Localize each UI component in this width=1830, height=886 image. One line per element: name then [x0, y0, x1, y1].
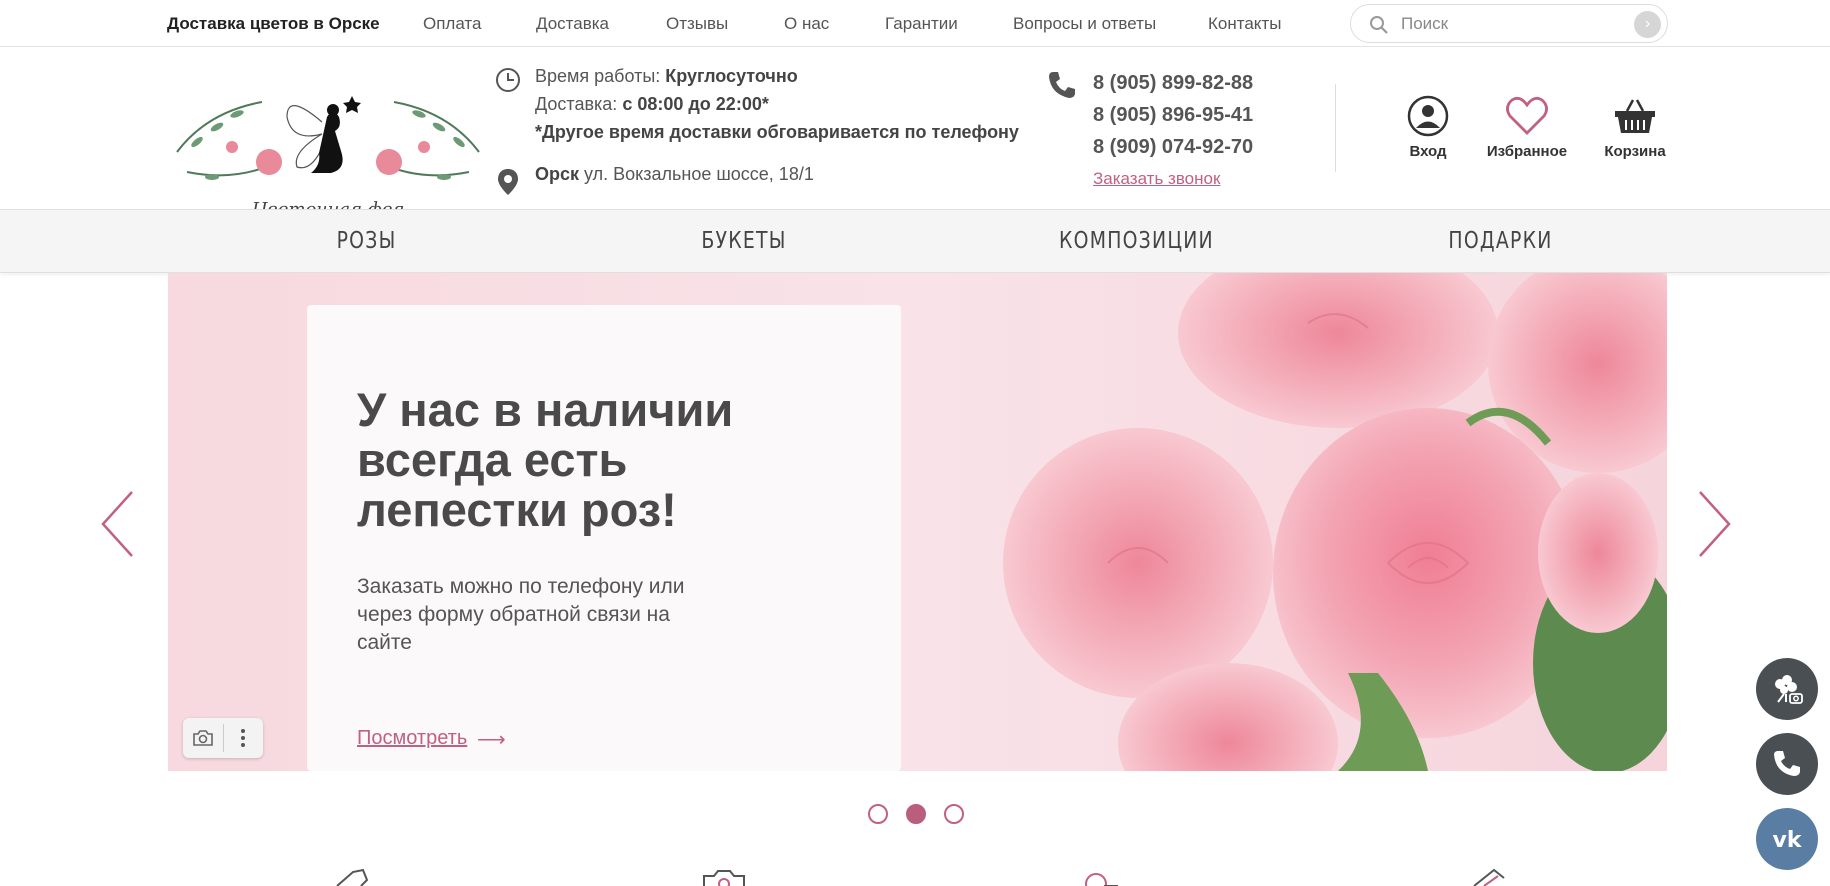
- slider-dots: [868, 804, 982, 824]
- call-button[interactable]: [1756, 733, 1818, 795]
- login-label: Вход: [1409, 143, 1447, 160]
- nav-delivery[interactable]: Доставка: [536, 14, 666, 34]
- slide-card: У нас в наличии всегда есть лепестки роз…: [307, 305, 901, 771]
- store-info: Время работы: Круглосуточно Доставка: с …: [495, 62, 1019, 195]
- category-gifts[interactable]: ПОДАРКИ: [1448, 228, 1552, 254]
- tools-divider: [223, 724, 224, 752]
- top-nav: Оплата Доставка Отзывы О нас Гарантии Во…: [423, 14, 1281, 34]
- callback-link[interactable]: Заказать звонок: [1093, 169, 1253, 189]
- header-divider: [1335, 84, 1336, 172]
- hero-slider: У нас в наличии всегда есть лепестки роз…: [168, 273, 1667, 771]
- category-bouquets[interactable]: БУКЕТЫ: [701, 228, 786, 254]
- login-button[interactable]: Вход: [1398, 95, 1458, 160]
- basket-icon: [1615, 99, 1655, 133]
- location-pin-icon: [498, 169, 518, 195]
- header: Цветочная фея Время работы: Круглосуточн…: [0, 47, 1830, 220]
- delivery-value: с 08:00 до 22:00*: [622, 94, 769, 114]
- favorites-label: Избранное: [1486, 143, 1568, 160]
- vk-icon: vk: [1773, 828, 1803, 853]
- cart-button[interactable]: Корзина: [1600, 95, 1670, 160]
- chevron-left-icon[interactable]: [100, 490, 134, 558]
- user-icon: [1407, 95, 1449, 137]
- phone-icon: [1049, 72, 1075, 98]
- flower-icon: [1775, 675, 1803, 704]
- address-city: Орск: [535, 164, 580, 184]
- category-nav: РОЗЫ БУКЕТЫ КОМПОЗИЦИИ ПОДАРКИ: [0, 209, 1830, 273]
- slider-dot-1[interactable]: [868, 804, 888, 824]
- category-roses[interactable]: РОЗЫ: [337, 228, 397, 254]
- camera-icon[interactable]: [192, 729, 214, 747]
- address-street: ул. Вокзальное шоссе, 18/1: [584, 164, 814, 184]
- phone-number-3[interactable]: 8 (909) 074-92-70: [1093, 131, 1253, 163]
- search-submit-button[interactable]: ›: [1634, 11, 1661, 38]
- clock-icon: [1085, 873, 1118, 886]
- logo[interactable]: Цветочная фея: [167, 72, 489, 232]
- top-bar: Доставка цветов в Орске Оплата Доставка …: [0, 0, 1830, 47]
- search-box: ›: [1350, 4, 1668, 43]
- nav-guarantees[interactable]: Гарантии: [885, 14, 1013, 34]
- flower-photo-button[interactable]: [1756, 658, 1818, 720]
- card-icon: [1473, 868, 1505, 886]
- more-vertical-icon[interactable]: [240, 728, 246, 748]
- clock-icon: [496, 68, 520, 92]
- nav-payment[interactable]: Оплата: [423, 14, 536, 34]
- nav-about[interactable]: О нас: [784, 14, 885, 34]
- arrow-right-icon: ⟶: [477, 729, 506, 751]
- nav-contacts[interactable]: Контакты: [1208, 14, 1281, 34]
- brand-link[interactable]: Доставка цветов в Орске: [167, 14, 380, 34]
- phones-block: 8 (905) 899-82-88 8 (905) 896-95-41 8 (9…: [1045, 67, 1253, 189]
- slide-text: Заказать можно по телефону или через фор…: [357, 575, 685, 654]
- hours-value: Круглосуточно: [665, 66, 798, 86]
- search-icon: [1370, 16, 1388, 34]
- phone-number-1[interactable]: 8 (905) 899-82-88: [1093, 67, 1253, 99]
- roses-image: [1003, 273, 1667, 771]
- slider-dot-3[interactable]: [944, 804, 964, 824]
- cart-label: Корзина: [1604, 143, 1666, 160]
- category-compositions[interactable]: КОМПОЗИЦИИ: [1059, 228, 1214, 254]
- chevron-right-icon[interactable]: [1698, 490, 1732, 558]
- vk-button[interactable]: vk: [1756, 808, 1818, 870]
- nav-reviews[interactable]: Отзывы: [666, 14, 784, 34]
- delivery-note: *Другое время доставки обговаривается по…: [535, 122, 1019, 142]
- slide-view-link[interactable]: Посмотреть: [357, 727, 467, 750]
- favorites-button[interactable]: Избранное: [1482, 95, 1572, 160]
- phone-number-2[interactable]: 8 (905) 896-95-41: [1093, 99, 1253, 131]
- image-tools: [183, 718, 263, 758]
- slide-title: У нас в наличии всегда есть лепестки роз…: [357, 383, 734, 536]
- camera-icon: [703, 870, 745, 886]
- tag-icon: [336, 868, 369, 886]
- delivery-label: Доставка:: [535, 94, 618, 114]
- hours-label: Время работы:: [535, 66, 661, 86]
- nav-faq[interactable]: Вопросы и ответы: [1013, 14, 1208, 34]
- svg-text:vk: vk: [1773, 828, 1803, 853]
- slider-dot-2[interactable]: [906, 804, 926, 824]
- search-input[interactable]: [1401, 13, 1621, 35]
- heart-icon: [1506, 96, 1548, 135]
- phone-icon: [1774, 751, 1800, 776]
